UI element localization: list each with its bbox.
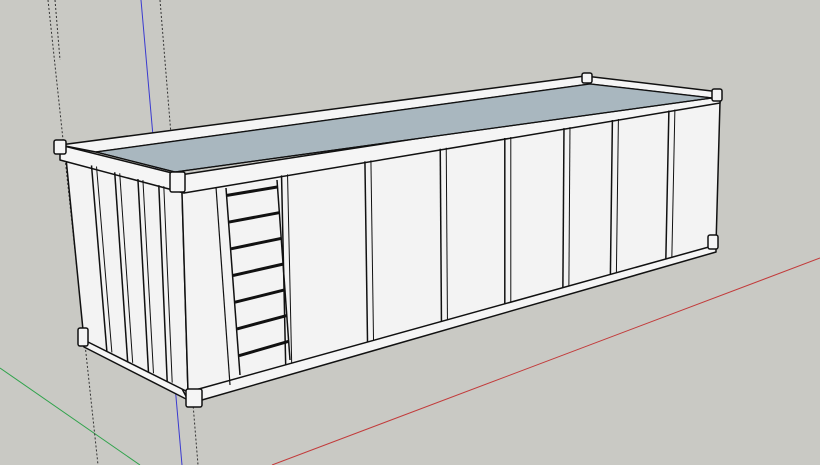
corner-casting xyxy=(581,72,593,84)
container-model[interactable] xyxy=(53,72,723,408)
corner-casting xyxy=(185,388,203,408)
corner-casting xyxy=(77,327,89,347)
model-canvas[interactable] xyxy=(0,0,820,465)
corner-casting xyxy=(169,171,186,193)
green-axis xyxy=(0,367,141,465)
corner-casting xyxy=(711,88,723,102)
corner-casting xyxy=(707,234,719,250)
corner-casting xyxy=(53,139,67,155)
sketchup-model-viewport[interactable] xyxy=(0,0,820,465)
guide-line xyxy=(54,0,61,61)
